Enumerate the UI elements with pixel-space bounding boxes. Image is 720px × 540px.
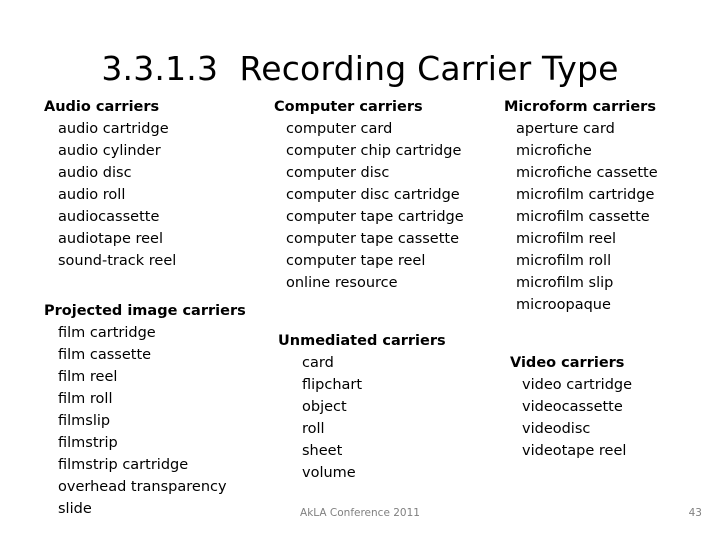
list-item: microfilm roll xyxy=(516,253,612,269)
list-item: filmslip xyxy=(58,413,111,429)
group-heading-audio-carriers: Audio carriers xyxy=(44,99,160,115)
list-item: videotape reel xyxy=(522,443,627,459)
group-audio-carriers: Audio carriers audio cartridge audio cyl… xyxy=(44,96,256,272)
list-item: sound-track reel xyxy=(58,253,177,269)
list-item: film cassette xyxy=(58,347,152,363)
group-computer-carriers: Computer carriers computer card computer… xyxy=(266,96,490,294)
list-item: computer card xyxy=(286,121,393,137)
carrier-type-columns: Audio carriers audio cartridge audio cyl… xyxy=(0,96,720,517)
list-item: audiocassette xyxy=(58,209,160,225)
list-item: overhead transparency xyxy=(58,479,227,495)
group-list-audio-carriers: audio cartridge audio cylinder audio dis… xyxy=(44,118,256,272)
list-item: film reel xyxy=(58,369,118,385)
list-item: microfilm cassette xyxy=(516,209,650,225)
list-item: audio disc xyxy=(58,165,132,181)
list-item: roll xyxy=(302,421,325,437)
list-item: flipchart xyxy=(302,377,363,393)
list-item: film roll xyxy=(58,391,113,407)
list-item: sheet xyxy=(302,443,343,459)
slide-footer: AkLA Conference 2011 43 xyxy=(0,506,720,526)
group-list-microform-carriers: aperture card microfiche microfiche cass… xyxy=(500,118,710,316)
list-item: object xyxy=(302,399,347,415)
list-item: microfilm cartridge xyxy=(516,187,655,203)
group-heading-microform-carriers: Microform carriers xyxy=(504,99,656,115)
column-3: Microform carriers aperture card microfi… xyxy=(500,96,710,462)
list-item: computer tape cassette xyxy=(286,231,460,247)
list-item: videodisc xyxy=(522,421,591,437)
group-list-video-carriers: video cartridge videocassette videodisc … xyxy=(500,374,710,462)
list-item: audio roll xyxy=(58,187,126,203)
list-item: audiotape reel xyxy=(58,231,163,247)
column-1: Audio carriers audio cartridge audio cyl… xyxy=(44,96,256,520)
slide: 3.3.1.3 Recording Carrier Type Audio car… xyxy=(0,0,720,540)
list-item: audio cartridge xyxy=(58,121,169,137)
list-item: computer tape cartridge xyxy=(286,209,464,225)
list-item: filmstrip cartridge xyxy=(58,457,189,473)
page-title: 3.3.1.3 Recording Carrier Type xyxy=(101,49,619,89)
group-heading-computer-carriers: Computer carriers xyxy=(274,99,423,115)
group-list-unmediated-carriers: card flipchart object roll sheet volume xyxy=(266,352,490,484)
list-item: videocassette xyxy=(522,399,623,415)
list-item: microopaque xyxy=(516,297,611,313)
list-item: audio cylinder xyxy=(58,143,161,159)
group-projected-image-carriers: Projected image carriers film cartridge … xyxy=(44,300,256,520)
list-item: online resource xyxy=(286,275,398,291)
list-item: filmstrip xyxy=(58,435,118,451)
group-list-projected-image-carriers: film cartridge film cassette film reel f… xyxy=(44,322,256,520)
column-2: Computer carriers computer card computer… xyxy=(266,96,490,484)
group-video-carriers: Video carriers video cartridge videocass… xyxy=(500,352,710,462)
page-number: 43 xyxy=(688,507,702,519)
list-item: microfilm reel xyxy=(516,231,617,247)
group-heading-video-carriers: Video carriers xyxy=(510,355,625,371)
group-microform-carriers: Microform carriers aperture card microfi… xyxy=(500,96,710,316)
group-heading-projected-image-carriers: Projected image carriers xyxy=(44,303,246,319)
list-item: film cartridge xyxy=(58,325,156,341)
list-item: video cartridge xyxy=(522,377,633,393)
list-item: microfiche cassette xyxy=(516,165,658,181)
group-heading-unmediated-carriers: Unmediated carriers xyxy=(278,333,446,349)
group-list-computer-carriers: computer card computer chip cartridge co… xyxy=(266,118,490,294)
group-unmediated-carriers: Unmediated carriers card flipchart objec… xyxy=(266,330,490,484)
list-item: card xyxy=(302,355,334,371)
list-item: computer tape reel xyxy=(286,253,426,269)
list-item: microfiche xyxy=(516,143,592,159)
list-item: volume xyxy=(302,465,356,481)
list-item: microfilm slip xyxy=(516,275,614,291)
list-item: aperture card xyxy=(516,121,615,137)
footer-conference-label: AkLA Conference 2011 xyxy=(300,507,420,519)
list-item: computer disc xyxy=(286,165,390,181)
list-item: computer disc cartridge xyxy=(286,187,460,203)
list-item: computer chip cartridge xyxy=(286,143,462,159)
